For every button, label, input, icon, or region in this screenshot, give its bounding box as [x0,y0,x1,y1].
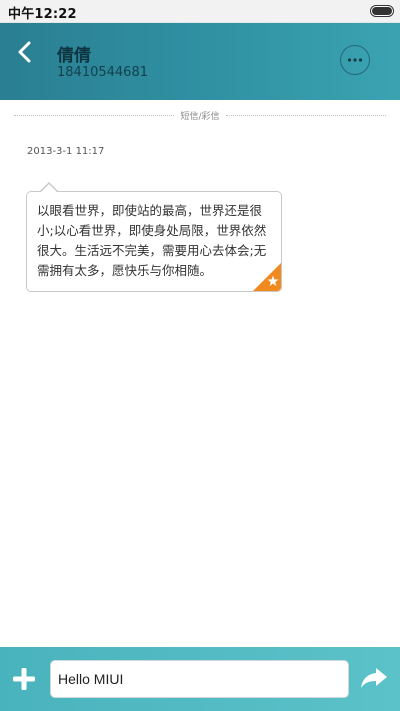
thread-type-label: 短信/彩信 [180,111,220,122]
send-arrow-icon [361,668,387,688]
divider-line [225,114,387,116]
composer-bar [0,647,400,711]
star-icon [253,263,281,291]
send-button[interactable] [360,664,388,692]
message-text: 以眼看世界，即使站的最高，世界还是很小;以心看世界，即使身处局限，世界依然很大。… [37,203,267,278]
add-attachment-button[interactable] [10,665,38,693]
status-time: 中午12:22 [8,7,77,22]
back-chevron-icon [18,41,31,63]
more-options-button[interactable] [340,45,370,75]
battery-level [372,7,392,15]
message-timestamp: 2013-3-1 11:17 [27,146,105,157]
message-bubble[interactable]: 以眼看世界，即使站的最高，世界还是很小;以心看世界，即使身处局限，世界依然很大。… [26,191,282,292]
status-bar: 中午12:22 [0,0,400,23]
back-button[interactable] [8,35,42,69]
contact-name: 倩倩 [57,46,91,66]
battery-icon [370,5,394,17]
message-input[interactable] [50,660,349,698]
conversation-header: 倩倩 18410544681 [0,23,400,100]
contact-number: 18410544681 [57,65,148,80]
bubble-tail-fill [41,184,57,192]
more-options-icon [347,58,363,62]
thread-type-divider: 短信/彩信 [14,108,387,122]
plus-icon [13,668,35,690]
divider-line [14,114,175,116]
